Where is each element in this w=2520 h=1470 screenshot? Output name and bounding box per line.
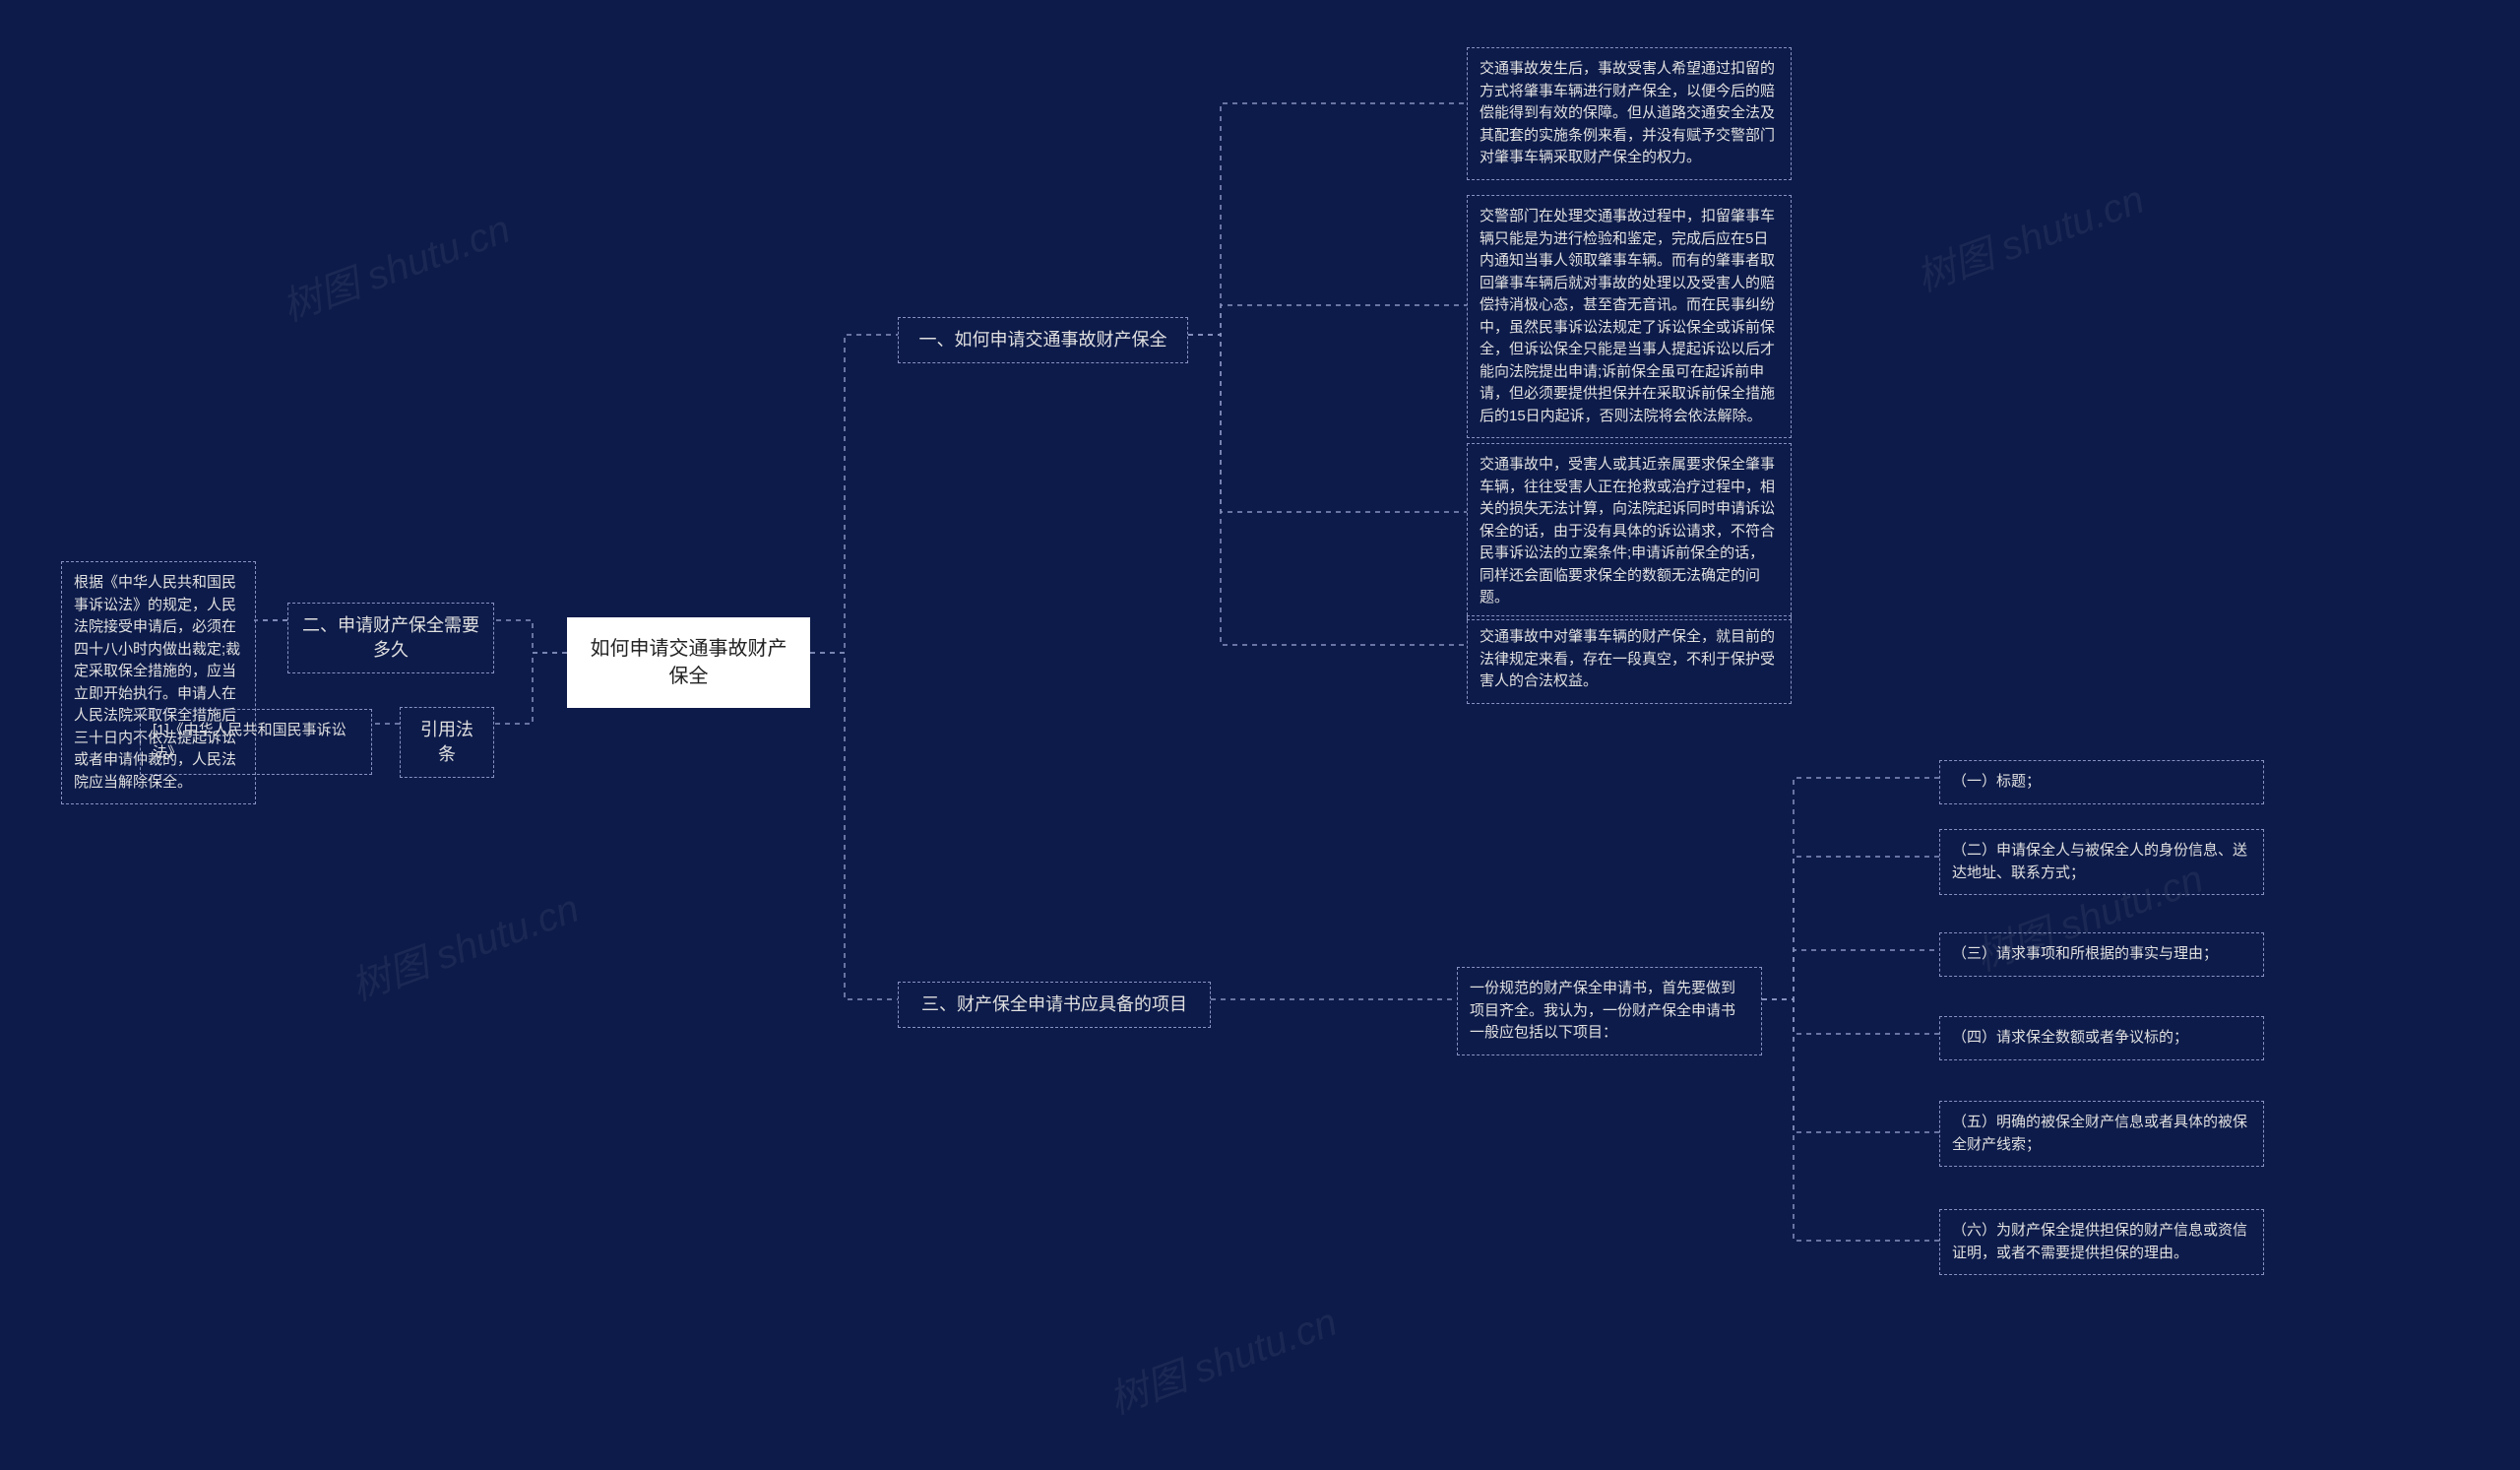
branch-3-item-5: （五）明确的被保全财产信息或者具体的被保全财产线索； xyxy=(1939,1101,2264,1167)
branch-3: 三、财产保全申请书应具备的项目 xyxy=(898,982,1211,1028)
branch-3-item-4: （四）请求保全数额或者争议标的； xyxy=(1939,1016,2264,1060)
branch-1-leaf-1: 交通事故发生后，事故受害人希望通过扣留的方式将肇事车辆进行财产保全，以便今后的赔… xyxy=(1467,47,1792,180)
branch-3-item-3: （三）请求事项和所根据的事实与理由； xyxy=(1939,932,2264,977)
branch-1-leaf-2: 交警部门在处理交通事故过程中，扣留肇事车辆只能是为进行检验和鉴定，完成后应在5日… xyxy=(1467,195,1792,438)
branch-3-item-6: （六）为财产保全提供担保的财产信息或资信证明，或者不需要提供担保的理由。 xyxy=(1939,1209,2264,1275)
branch-1-leaf-3: 交通事故中，受害人或其近亲属要求保全肇事车辆，往往受害人正在抢救或治疗过程中，相… xyxy=(1467,443,1792,620)
watermark: 树图 shutu.cn xyxy=(1100,1290,1344,1425)
watermark: 树图 shutu.cn xyxy=(273,197,517,332)
branch-cite: 引用法条 xyxy=(400,707,494,778)
branch-2: 二、申请财产保全需要多久 xyxy=(287,603,494,673)
root-node: 如何申请交通事故财产保全 xyxy=(567,617,810,708)
branch-3-item-2: （二）申请保全人与被保全人的身份信息、送达地址、联系方式； xyxy=(1939,829,2264,895)
branch-3-item-1: （一）标题； xyxy=(1939,760,2264,804)
branch-cite-leaf: [1]《中华人民共和国民事诉讼法》 xyxy=(140,709,372,775)
branch-3-intro: 一份规范的财产保全申请书，首先要做到项目齐全。我认为，一份财产保全申请书一般应包… xyxy=(1457,967,1762,1055)
branch-1: 一、如何申请交通事故财产保全 xyxy=(898,317,1188,363)
branch-1-leaf-4: 交通事故中对肇事车辆的财产保全，就目前的法律规定来看，存在一段真空，不利于保护受… xyxy=(1467,615,1792,704)
watermark: 树图 shutu.cn xyxy=(342,876,586,1011)
watermark: 树图 shutu.cn xyxy=(1907,167,2151,302)
